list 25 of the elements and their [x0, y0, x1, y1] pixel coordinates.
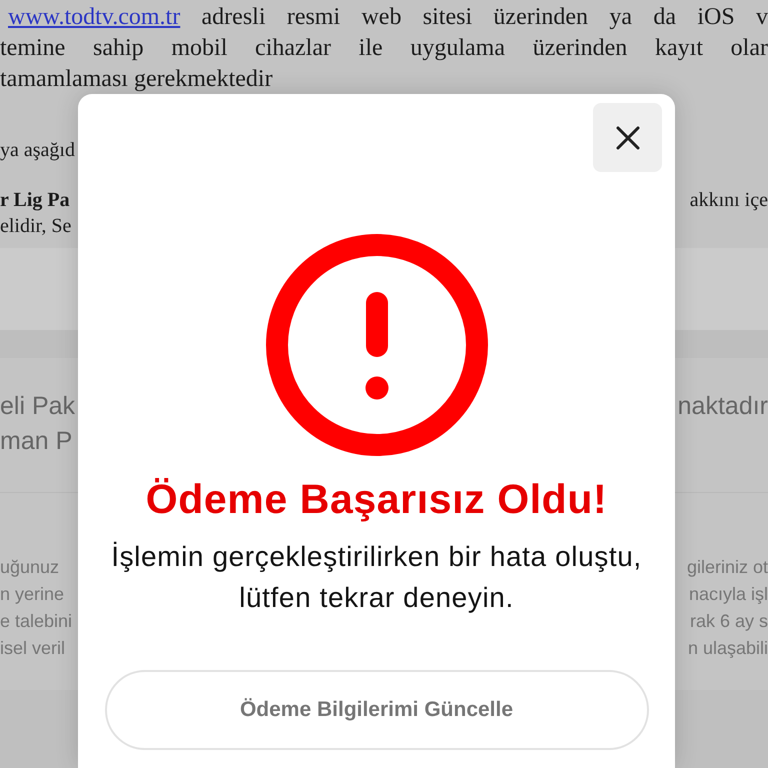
page-text: uğunuz: [0, 556, 60, 579]
page-text: rak 6 ay s: [690, 610, 768, 633]
page-text: tamamlaması gerekmektedir: [0, 65, 274, 94]
page-text: n ulaşabili: [688, 637, 768, 660]
page-text: r Lig Pa: [0, 188, 70, 213]
exclamation-circle-icon: [266, 234, 488, 456]
page-text: ya aşağıd: [0, 138, 75, 163]
website-link[interactable]: www.todtv.com.tr: [8, 4, 180, 30]
dialog-title: Ödeme Başarısız Oldu!: [146, 476, 608, 522]
dialog-message: İşlemin gerçekleştirilirken bir hata oluştu, lütfen tekrar deneyin.: [110, 540, 643, 615]
page-text: elidir, Se: [0, 214, 72, 239]
page-text: man P: [0, 426, 72, 457]
page-text: nacıyla işl: [688, 583, 768, 606]
page-text: isel veril: [0, 637, 66, 660]
page-text: adresli resmi web sitesi üzerinden ya da iOS v: [202, 4, 768, 30]
page-text: eli Pak: [0, 391, 76, 422]
page-text: n yerine: [0, 583, 64, 606]
page-text: naktadır: [678, 391, 768, 422]
close-icon: [616, 126, 640, 150]
page-text: temine sahip mobil cihazlar ile uygulama üzerinden kayıt olar: [0, 34, 768, 63]
page-text: akkını içe: [690, 188, 768, 213]
page-text: gileriniz ot: [686, 556, 768, 579]
page-text: e talebini: [0, 610, 72, 633]
close-button[interactable]: [593, 103, 662, 172]
update-payment-button[interactable]: Ödeme Bilgilerimi Güncelle: [104, 670, 648, 750]
